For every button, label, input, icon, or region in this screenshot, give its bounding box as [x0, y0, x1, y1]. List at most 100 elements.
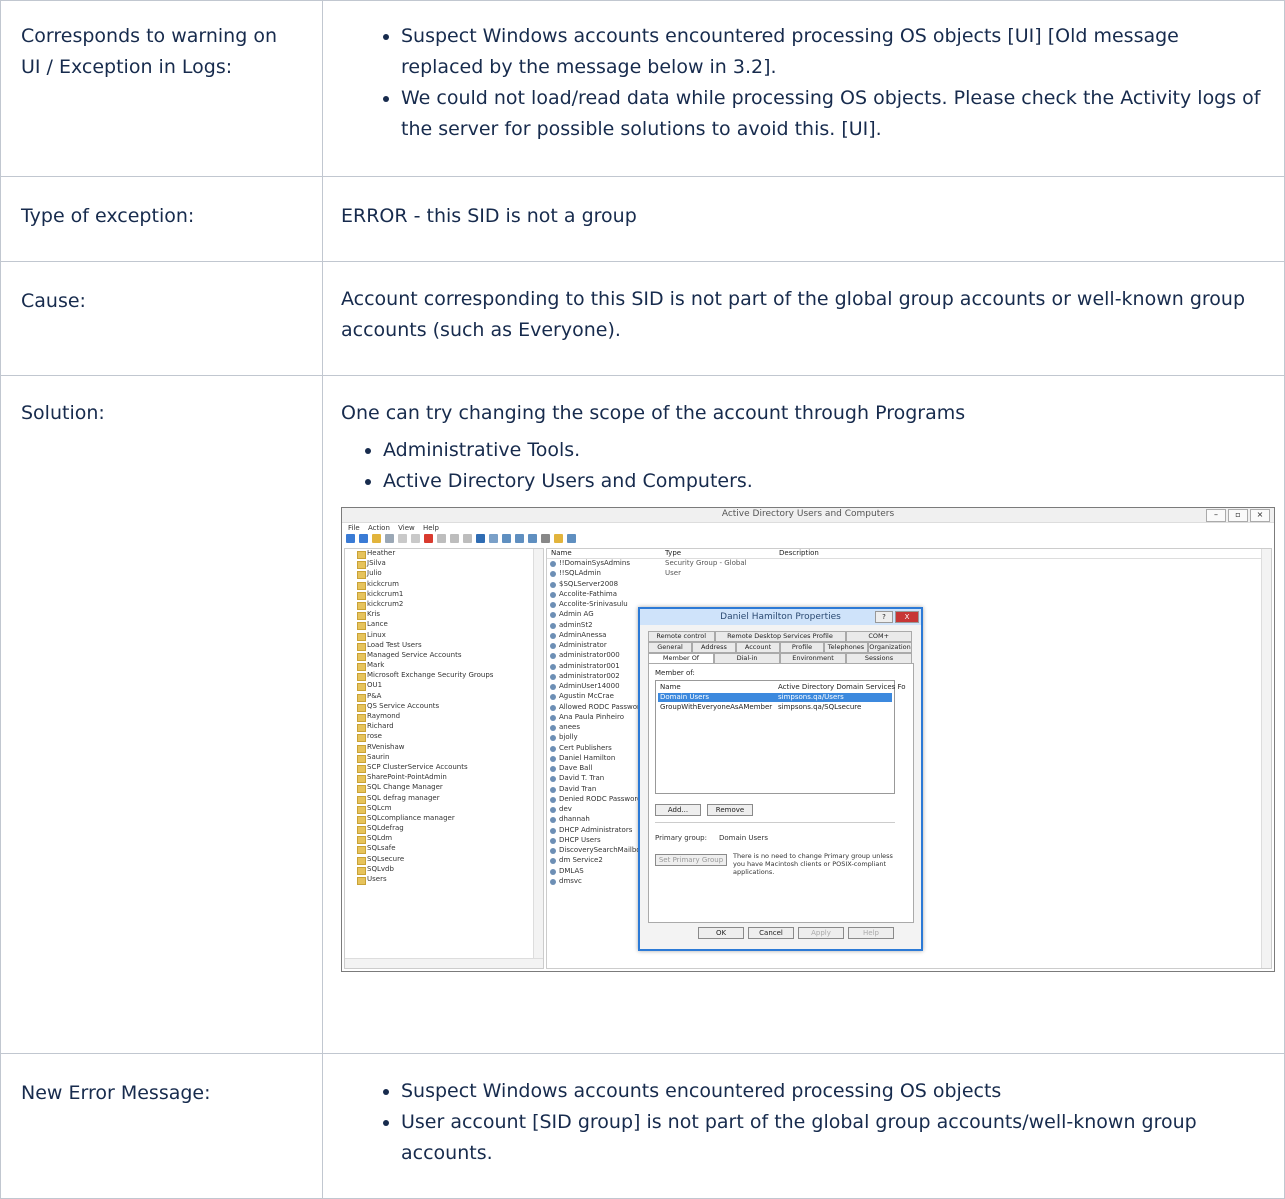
- member-of-panel: Member of: Name Active Directory Domain …: [648, 663, 914, 923]
- tab-organization: Organization: [868, 642, 912, 653]
- list-item: Suspect Windows accounts encountered pro…: [401, 1076, 1266, 1107]
- menu-action: Action: [367, 524, 390, 532]
- menu-bar: File Action View Help: [348, 524, 439, 533]
- col-description: Description: [779, 549, 819, 557]
- list-item: adminSt2: [547, 621, 645, 631]
- tree-item: SQLcompliance manager: [345, 814, 543, 825]
- tree-item: Users: [345, 875, 543, 886]
- list-item: Ana Paula Pinheiro: [547, 713, 645, 723]
- folder-icon: [372, 534, 381, 543]
- list-item: dm Service2: [547, 856, 645, 866]
- primary-group-value: Domain Users: [719, 834, 768, 842]
- bullet-list: Administrative Tools. Active Directory U…: [341, 435, 1266, 497]
- ok-button: OK: [698, 927, 744, 939]
- tree-item: Richard: [345, 722, 543, 733]
- list-item: Allowed RODC Password: [547, 703, 645, 713]
- tree-item: rose: [345, 732, 543, 743]
- tree-item: Microsoft Exchange Security Groups: [345, 671, 543, 682]
- find-icon: [554, 534, 563, 543]
- add-to-group-icon: [567, 534, 576, 543]
- properties-icon: [437, 534, 446, 543]
- list-header: Name Type Description: [547, 549, 1271, 559]
- add-button: Add...: [655, 804, 701, 816]
- tree-item: Julio: [345, 569, 543, 580]
- tree-item: Load Test Users: [345, 641, 543, 651]
- tab-com: COM+: [845, 631, 912, 642]
- list-scrollbar: [1261, 549, 1271, 968]
- aduc-screenshot: Active Directory Users and Computers – ▫…: [341, 507, 1275, 972]
- list-item: dev: [547, 805, 645, 815]
- row-value: Account corresponding to this SID is not…: [322, 261, 1285, 376]
- remove-button: Remove: [707, 804, 753, 816]
- menu-view: View: [398, 524, 415, 532]
- tree-item: SCP ClusterService Accounts: [345, 763, 543, 774]
- close-icon: ×: [1250, 509, 1270, 522]
- cancel-button: Cancel: [748, 927, 794, 939]
- list-icon: [385, 534, 394, 543]
- tree-item: Mark: [345, 661, 543, 672]
- list-item: Administrator: [547, 641, 645, 651]
- window-title: Active Directory Users and Computers: [721, 509, 895, 519]
- tree-item: SQL defrag manager: [345, 794, 543, 804]
- row-warning: Corresponds to warning on UI / Exception…: [0, 0, 1285, 177]
- row-label: Solution:: [0, 375, 323, 1054]
- help-icon: [476, 534, 485, 543]
- dialog-tabs: Remote control Remote Desktop Services P…: [648, 631, 912, 664]
- primary-group-label: Primary group:: [655, 834, 707, 842]
- list-item: Denied RODC Password: [547, 795, 645, 805]
- refresh-icon: [450, 534, 459, 543]
- tree-item: SQLdm: [345, 834, 543, 845]
- toolbar: [346, 534, 576, 546]
- tree-item: Lance: [345, 620, 543, 631]
- new-user-icon: [502, 534, 511, 543]
- list-item: anees: [547, 723, 645, 733]
- row-label: Type of exception:: [0, 176, 323, 262]
- tree-item: SharePoint-PointAdmin: [345, 773, 543, 784]
- new-ou-icon: [528, 534, 537, 543]
- tree-item: SQLsecure: [345, 855, 543, 865]
- bullet-list: Suspect Windows accounts encountered pro…: [341, 21, 1266, 145]
- list-item: Cert Publishers: [547, 744, 645, 754]
- col-name: Name: [551, 549, 572, 557]
- properties-dialog: Daniel Hamilton Properties ? X Remote co…: [638, 607, 923, 951]
- list-item: AdminUser14000: [547, 682, 645, 692]
- list-item: administrator001: [547, 662, 645, 672]
- list-item-type: Security Group - Global: [665, 559, 747, 567]
- tab-profile: Profile: [780, 642, 824, 653]
- list-item: Daniel Hamilton: [547, 754, 645, 764]
- list-item: Dave Ball: [547, 764, 645, 774]
- row-label: New Error Message:: [0, 1053, 323, 1199]
- tab-telephones: Telephones: [824, 642, 868, 653]
- row-label: Cause:: [0, 261, 323, 376]
- row-label: Corresponds to warning on UI / Exception…: [0, 0, 323, 177]
- list-item: administrator000: [547, 651, 645, 661]
- cut-icon: [398, 534, 407, 543]
- help-icon: ?: [875, 611, 893, 623]
- member-of-list: Name Active Directory Domain Services Fo…: [655, 680, 906, 794]
- tree-hscrollbar: [345, 958, 543, 968]
- tree-item: Saurin: [345, 753, 543, 763]
- member-of-label: Member of:: [655, 669, 695, 677]
- list-item: Administrative Tools.: [383, 435, 1266, 466]
- tree-item: Managed Service Accounts: [345, 651, 543, 662]
- list-item: David T. Tran: [547, 774, 645, 784]
- tab-address: Address: [692, 642, 736, 653]
- tree-item: P&A: [345, 692, 543, 702]
- help-button: Help: [848, 927, 894, 939]
- list-item: Accolite-Srinivasulu: [547, 600, 645, 610]
- tree-item: OU1: [345, 681, 543, 692]
- member-list-header: Name Active Directory Domain Services Fo: [660, 683, 906, 691]
- bullet-list: Suspect Windows accounts encountered pro…: [341, 1076, 1266, 1169]
- row-type: Type of exception: ERROR - this SID is n…: [0, 176, 1285, 262]
- view-icon: [489, 534, 498, 543]
- tree-item: kickcrum1: [345, 590, 543, 600]
- minimize-icon: –: [1206, 509, 1226, 522]
- list-item: $SQLServer2008: [547, 580, 645, 590]
- tree-item: SQLcm: [345, 804, 543, 814]
- list-item: bjolly: [547, 733, 645, 743]
- member-row: Domain Users simpsons.qa/Users: [658, 693, 892, 702]
- list-item: dmsvc: [547, 877, 645, 887]
- list-item: DiscoverySearchMailbox: [547, 846, 645, 856]
- tree-item: JSilva: [345, 559, 543, 570]
- window-titlebar: Active Directory Users and Computers – ▫…: [342, 508, 1274, 523]
